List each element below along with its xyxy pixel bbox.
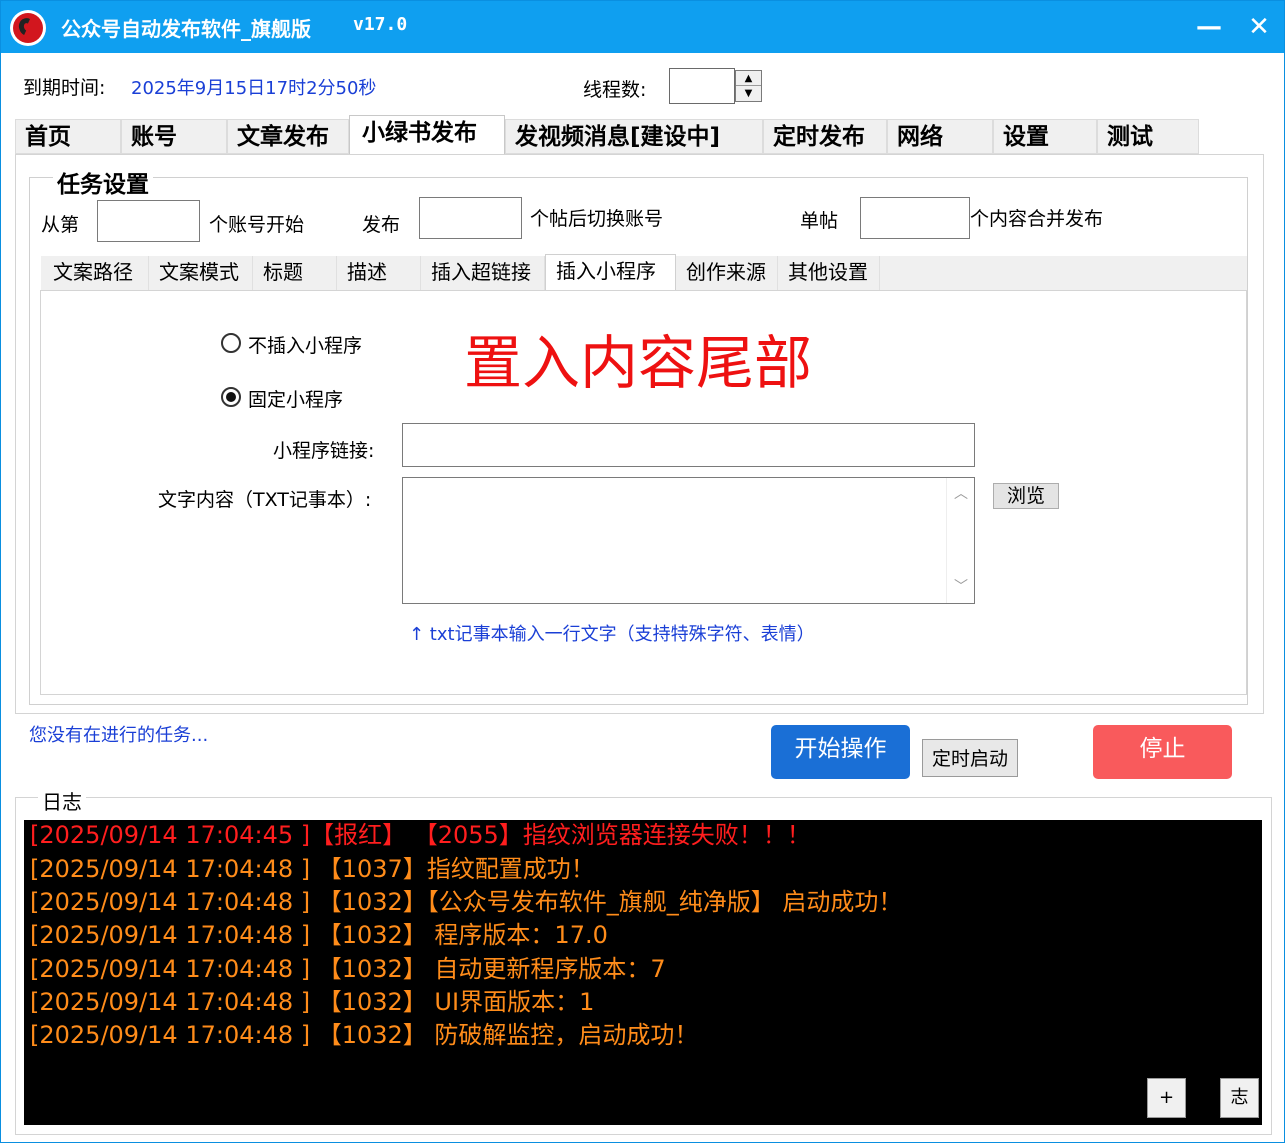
title-bar[interactable]: 公众号自动发布软件_旗舰版 v17.0 — ✕: [1, 1, 1284, 53]
log-line: [2025/09/14 17:04:48 ] 【1037】指纹配置成功！: [30, 855, 595, 883]
switch-account-label: 个帖后切换账号: [530, 208, 664, 230]
expire-value: 2025年9月15日17时2分50秒: [131, 78, 377, 99]
sub-tab-bar: 文案路径 文案模式 标题 描述 插入超链接 插入小程序 创作来源 其他设置: [41, 254, 1247, 291]
tab-video-message[interactable]: 发视频消息[建设中]: [505, 119, 763, 154]
log-view-button[interactable]: 志: [1220, 1078, 1259, 1118]
log-line: [2025/09/14 17:04:48 ] 【1032】【公众号发布软件_旗舰…: [30, 888, 903, 916]
start-button[interactable]: 开始操作: [771, 725, 910, 779]
expire-label: 到期时间:: [23, 77, 106, 99]
app-logo-icon: [10, 10, 46, 46]
subtab-copy-mode[interactable]: 文案模式: [149, 256, 253, 291]
subtab-insert-miniprogram[interactable]: 插入小程序: [545, 254, 676, 291]
radio-fixed-miniprogram[interactable]: [221, 387, 241, 407]
tab-account[interactable]: 账号: [121, 119, 227, 154]
log-console[interactable]: [2025/09/14 17:04:45 ]【报红】 【2055】指纹浏览器连接…: [24, 820, 1262, 1125]
app-window: 公众号自动发布软件_旗舰版 v17.0 — ✕ 到期时间: 2025年9月15日…: [0, 0, 1285, 1143]
log-line: [2025/09/14 17:04:48 ] 【1032】 UI界面版本：1: [30, 988, 595, 1016]
log-line: [2025/09/14 17:04:48 ] 【1032】 防破解监控，启动成功…: [30, 1021, 699, 1049]
spin-up-icon[interactable]: ▲: [736, 71, 761, 86]
from-label: 从第: [41, 214, 80, 236]
tab-settings[interactable]: 设置: [993, 119, 1097, 154]
tab-scheduled-publish[interactable]: 定时发布: [763, 119, 887, 154]
merge-publish-label: 个内容合并发布: [970, 208, 1104, 230]
spin-down-icon[interactable]: ▼: [736, 86, 761, 101]
task-settings-title: 任务设置: [53, 165, 153, 199]
log-title: 日志: [38, 786, 86, 815]
text-content-label: 文字内容（TXT记事本）:: [158, 489, 372, 511]
log-line: [2025/09/14 17:04:48 ] 【1032】 自动更新程序版本：7: [30, 955, 666, 983]
thread-count-spinner[interactable]: ▲ ▼: [735, 70, 762, 102]
single-post-label: 单帖: [800, 210, 839, 232]
stop-button[interactable]: 停止: [1093, 725, 1232, 779]
subtab-title[interactable]: 标题: [253, 256, 337, 291]
close-icon[interactable]: ✕: [1241, 9, 1277, 45]
text-content-textarea[interactable]: ︿ ﹀: [402, 477, 975, 604]
merge-count-input[interactable]: [860, 197, 970, 239]
log-line: [2025/09/14 17:04:48 ] 【1032】 程序版本：17.0: [30, 921, 608, 949]
log-line: [2025/09/14 17:04:45 ]【报红】 【2055】指纹浏览器连接…: [30, 821, 811, 849]
start-account-input[interactable]: [97, 200, 200, 242]
thread-count-input[interactable]: [669, 68, 735, 104]
account-start-label: 个账号开始: [209, 214, 305, 236]
subtab-copy-path[interactable]: 文案路径: [43, 256, 149, 291]
fixed-miniprogram-label[interactable]: 固定小程序: [248, 385, 343, 412]
scheduled-start-button[interactable]: 定时启动: [922, 739, 1018, 777]
thread-count-label: 线程数:: [583, 79, 647, 101]
publish-label: 发布: [362, 214, 401, 236]
tab-article-publish[interactable]: 文章发布: [227, 119, 349, 154]
no-miniprogram-label[interactable]: 不插入小程序: [248, 331, 362, 358]
txt-hint: ↑ txt记事本输入一行文字（支持特殊字符、表情）: [409, 624, 815, 645]
tab-home[interactable]: 首页: [15, 119, 121, 154]
window-title: 公众号自动发布软件_旗舰版: [61, 17, 311, 41]
tab-xiaolvshu-publish[interactable]: 小绿书发布: [349, 115, 505, 155]
task-status-text: 您没有在进行的任务...: [29, 725, 209, 746]
browse-button[interactable]: 浏览: [993, 483, 1059, 509]
miniprogram-link-input[interactable]: [402, 423, 975, 467]
subtab-creation-source[interactable]: 创作来源: [676, 256, 778, 291]
tab-test[interactable]: 测试: [1097, 119, 1199, 154]
scroll-down-icon[interactable]: ﹀: [947, 575, 975, 599]
window-version: v17.0: [353, 14, 408, 35]
insert-position-notice: 置入内容尾部: [464, 329, 813, 397]
tab-network[interactable]: 网络: [887, 119, 993, 154]
miniprogram-link-label: 小程序链接:: [273, 440, 375, 462]
textarea-scrollbar[interactable]: ︿ ﹀: [946, 478, 974, 603]
subtab-other-settings[interactable]: 其他设置: [778, 256, 880, 291]
log-group: 日志 [2025/09/14 17:04:45 ]【报红】 【2055】指纹浏览…: [15, 786, 1272, 1135]
subtab-description[interactable]: 描述: [337, 256, 421, 291]
posts-before-switch-input[interactable]: [419, 197, 522, 239]
minimize-icon[interactable]: —: [1191, 9, 1227, 45]
scroll-up-icon[interactable]: ︿: [947, 482, 975, 506]
subtab-insert-hyperlink[interactable]: 插入超链接: [421, 256, 545, 291]
radio-no-miniprogram[interactable]: [221, 333, 241, 353]
log-expand-button[interactable]: +: [1147, 1078, 1186, 1118]
